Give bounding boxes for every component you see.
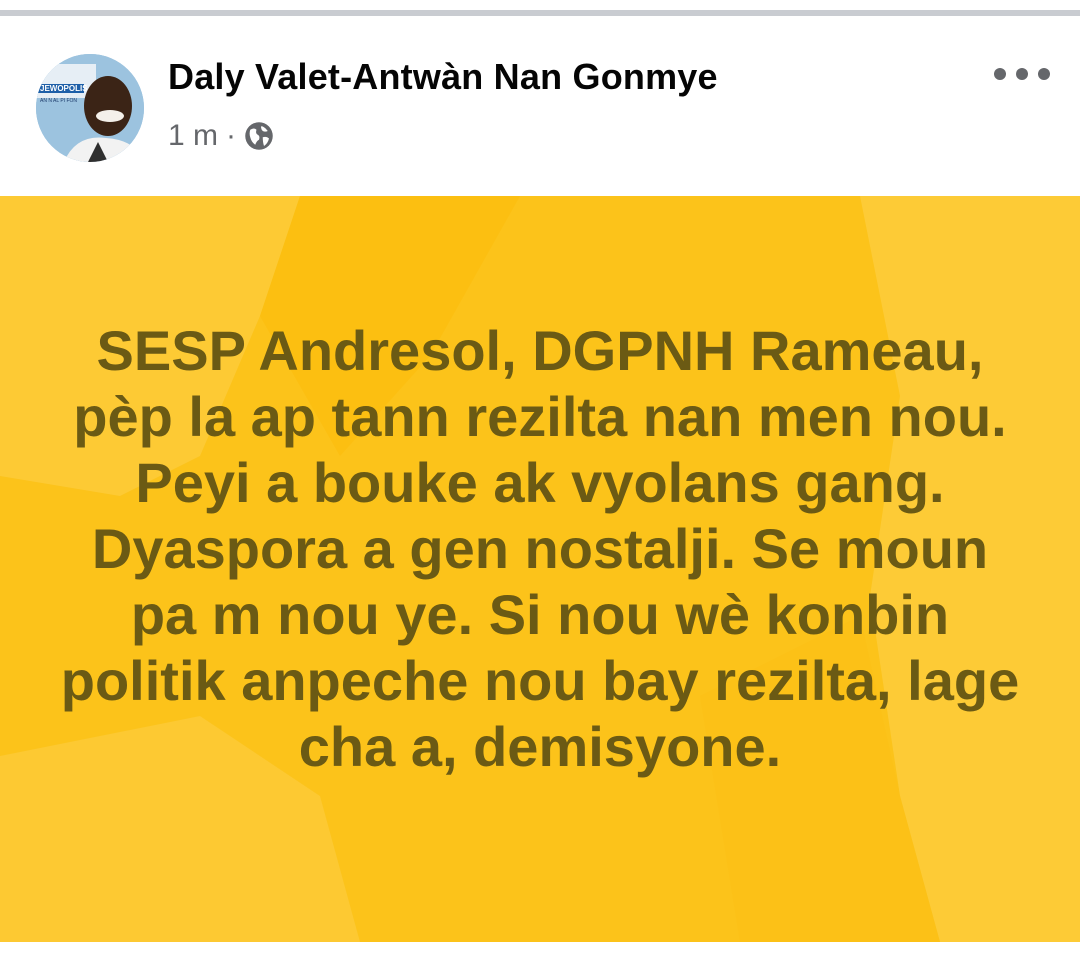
bottom-area <box>0 942 1080 969</box>
avatar-image: JEWOPOLIS AN N AL PI FON <box>36 54 144 162</box>
meta-separator: · <box>226 119 237 152</box>
more-dot-icon <box>1016 68 1028 80</box>
author-name[interactable]: Daly Valet-Antwàn Nan Gonmye <box>168 56 718 98</box>
post-meta: 1 m · <box>168 116 274 156</box>
avatar-caption-text: AN N AL PI FON <box>40 98 77 104</box>
more-dot-icon <box>994 68 1006 80</box>
post-header: JEWOPOLIS AN N AL PI FON Daly Valet-Antw… <box>0 16 1080 196</box>
more-options-button[interactable] <box>994 62 1050 86</box>
post-text: SESP Andresol, DGPNH Rameau, pèp la ap t… <box>60 319 1020 778</box>
post-text-background: SESP Andresol, DGPNH Rameau, pèp la ap t… <box>0 196 1080 942</box>
post-timestamp[interactable]: 1 m <box>168 119 218 153</box>
more-dot-icon <box>1038 68 1050 80</box>
avatar-badge-text: JEWOPOLIS <box>40 84 88 93</box>
author-avatar[interactable]: JEWOPOLIS AN N AL PI FON <box>36 54 144 162</box>
facebook-post-screen: JEWOPOLIS AN N AL PI FON Daly Valet-Antw… <box>0 0 1080 969</box>
globe-icon[interactable] <box>244 121 274 151</box>
